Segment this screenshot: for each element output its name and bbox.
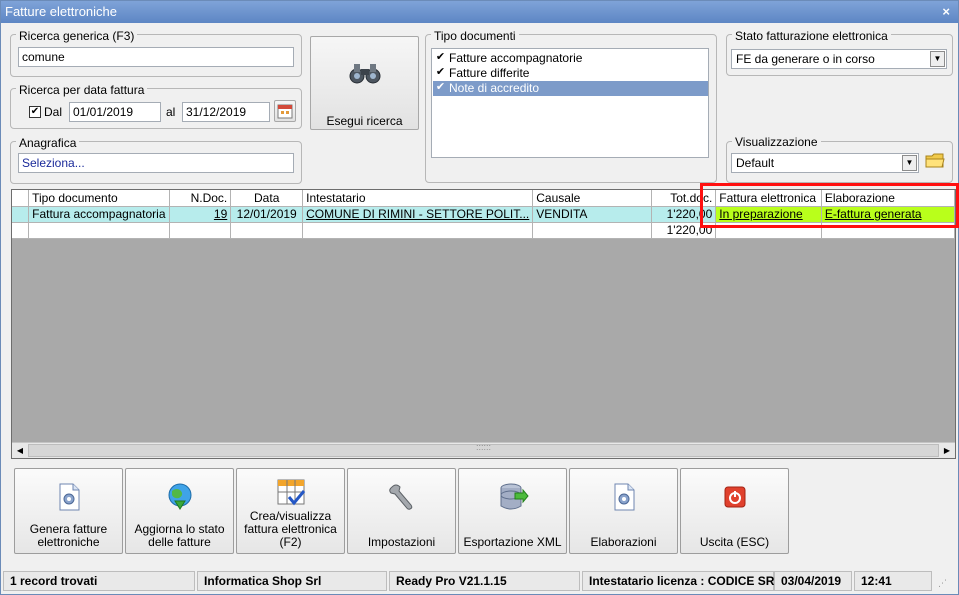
status-records: 1 record trovati bbox=[3, 571, 195, 591]
view-value: Default bbox=[736, 156, 775, 170]
xml-export-button[interactable]: Esportazione XML bbox=[458, 468, 567, 554]
check-icon: ✔ bbox=[435, 51, 446, 63]
cell-doc-number[interactable]: 19 bbox=[169, 206, 232, 223]
column-header[interactable]: Causale bbox=[532, 190, 653, 207]
status-date: 03/04/2019 bbox=[774, 571, 852, 591]
settings-button[interactable]: Impostazioni bbox=[347, 468, 456, 554]
generate-einvoices-button[interactable]: Genera fatture elettroniche bbox=[14, 468, 123, 554]
status-filter-select[interactable]: FE da generare o in corso ▼ bbox=[731, 49, 947, 69]
calendar-icon bbox=[277, 104, 293, 119]
cell-customer[interactable]: COMUNE DI RIMINI - SETTORE POLIT... bbox=[302, 206, 534, 223]
exit-label: Uscita (ESC) bbox=[699, 535, 770, 549]
xml-export-label: Esportazione XML bbox=[463, 535, 562, 549]
status-bar: 1 record trovati Informatica Shop Srl Re… bbox=[1, 568, 958, 594]
binoculars-icon bbox=[349, 64, 381, 84]
update-status-label: Aggiorna lo stato delle fatture bbox=[134, 522, 225, 549]
generate-einvoices-label: Genera fatture elettroniche bbox=[29, 522, 108, 549]
column-header[interactable]: N.Doc. bbox=[169, 190, 232, 207]
scroll-right-icon[interactable]: ▶ bbox=[939, 443, 955, 458]
list-item[interactable]: ✔ Note di accredito bbox=[433, 81, 708, 96]
view-select[interactable]: Default ▼ bbox=[731, 153, 919, 173]
grid-check-icon bbox=[277, 479, 306, 506]
row-indicator bbox=[12, 222, 30, 239]
exit-button[interactable]: Uscita (ESC) bbox=[680, 468, 789, 554]
highlight-box bbox=[700, 183, 959, 228]
create-view-einvoice-label: Crea/visualizza fattura elettronica (F2) bbox=[244, 509, 337, 549]
column-header[interactable]: Intestatario bbox=[302, 190, 534, 207]
cell-empty bbox=[302, 222, 534, 239]
search-button-label: Esegui ricerca bbox=[326, 114, 403, 128]
cell-empty bbox=[169, 222, 232, 239]
title-bar: Fatture elettroniche × bbox=[1, 1, 958, 23]
cell-document-type: Fattura accompagnatoria bbox=[28, 206, 170, 223]
generic-search-input[interactable]: comune bbox=[18, 47, 294, 67]
status-time: 12:41 bbox=[854, 571, 932, 591]
update-status-button[interactable]: Aggiorna lo stato delle fatture bbox=[125, 468, 234, 554]
cell-reason: VENDITA bbox=[532, 206, 653, 223]
create-view-einvoice-button[interactable]: Crea/visualizza fattura elettronica (F2) bbox=[236, 468, 345, 554]
cell-empty bbox=[28, 222, 170, 239]
list-item[interactable]: ✔ Fatture accompagnatorie bbox=[433, 51, 708, 66]
chevron-down-icon: ▼ bbox=[902, 155, 917, 171]
cell-empty bbox=[230, 222, 304, 239]
status-license: Intestatario licenza : CODICE SRL bbox=[582, 571, 782, 591]
date-to-label: al bbox=[166, 105, 176, 119]
document-type-item-label: Fatture accompagnatorie bbox=[449, 51, 583, 65]
chevron-down-icon: ▼ bbox=[930, 51, 945, 67]
view-label: Visualizzazione bbox=[732, 135, 821, 149]
settings-label: Impostazioni bbox=[367, 535, 436, 549]
list-item[interactable]: ✔ Fatture differite bbox=[433, 66, 708, 81]
check-icon: ✔ bbox=[435, 66, 446, 78]
row-indicator-header bbox=[12, 190, 30, 207]
status-company: Informatica Shop Srl bbox=[197, 571, 387, 591]
horizontal-scrollbar[interactable]: ◀ :::::: ▶ bbox=[12, 442, 955, 458]
globe-download-icon bbox=[168, 483, 192, 510]
anagrafica-input[interactable]: Seleziona... bbox=[18, 153, 294, 173]
status-filter-value: FE da generare o in corso bbox=[736, 52, 875, 66]
calendar-button[interactable] bbox=[274, 100, 296, 122]
date-filter-checkbox[interactable]: ✔ bbox=[29, 106, 41, 118]
database-export-icon bbox=[500, 483, 529, 510]
processing-label: Elaborazioni bbox=[590, 535, 657, 549]
anagrafica-label: Anagrafica bbox=[16, 136, 80, 150]
cell-empty bbox=[532, 222, 653, 239]
date-from-label: Dal bbox=[44, 105, 63, 119]
date-search-label: Ricerca per data fattura bbox=[16, 83, 148, 97]
gear-document-icon bbox=[614, 483, 635, 511]
scroll-grip: :::::: bbox=[475, 442, 492, 452]
window: Fatture elettroniche × Ricerca generica … bbox=[0, 0, 959, 595]
invoice-grid: Tipo documento N.Doc. Data Intestatario … bbox=[11, 189, 956, 459]
processing-button[interactable]: Elaborazioni bbox=[569, 468, 678, 554]
check-icon: ✔ bbox=[435, 81, 446, 93]
status-filter-label: Stato fatturazione elettronica bbox=[732, 29, 891, 43]
document-type-item-label: Fatture differite bbox=[449, 66, 530, 80]
status-version: Ready Pro V21.1.15 bbox=[389, 571, 580, 591]
document-type-label: Tipo documenti bbox=[431, 29, 519, 43]
date-from-input[interactable]: 01/01/2019 bbox=[69, 102, 161, 122]
document-type-list: ✔ Fatture accompagnatorie ✔ Fatture diff… bbox=[431, 48, 709, 158]
scrollbar-thumb[interactable]: :::::: bbox=[28, 442, 939, 457]
folder-icon bbox=[925, 153, 945, 168]
close-icon[interactable]: × bbox=[942, 1, 950, 23]
search-button[interactable]: Esegui ricerca bbox=[310, 36, 419, 130]
column-header[interactable]: Data bbox=[230, 190, 304, 207]
column-header[interactable]: Tipo documento bbox=[28, 190, 170, 207]
window-title: Fatture elettroniche bbox=[5, 4, 118, 19]
cell-date: 12/01/2019 bbox=[230, 206, 304, 223]
wrench-icon bbox=[389, 484, 413, 510]
scroll-left-icon[interactable]: ◀ bbox=[12, 443, 28, 458]
generic-search-label: Ricerca generica (F3) bbox=[16, 29, 138, 43]
resize-grip-icon[interactable]: ⋰ bbox=[938, 578, 947, 589]
date-to-input[interactable]: 31/12/2019 bbox=[182, 102, 270, 122]
gear-document-icon bbox=[59, 483, 80, 511]
document-type-item-label: Note di accredito bbox=[449, 81, 540, 95]
folder-button[interactable] bbox=[925, 151, 947, 173]
row-indicator bbox=[12, 206, 30, 223]
power-icon bbox=[724, 486, 746, 508]
